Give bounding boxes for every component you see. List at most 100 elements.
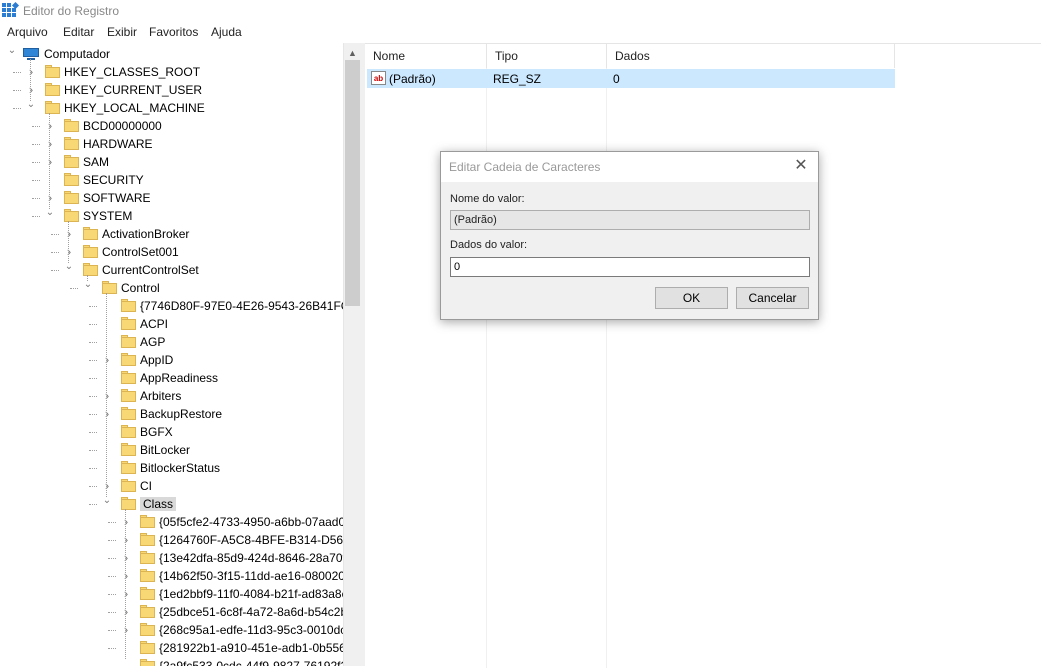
column-header-tipo[interactable]: Tipo [487, 44, 607, 68]
tree-node[interactable]: › {25dbce51-6c8f-4a72-8a6d-b54c2b [0, 603, 343, 621]
tree-node[interactable]: ⌄ Control [0, 279, 343, 297]
column-header-nome[interactable]: Nome [365, 44, 487, 68]
tree-node[interactable]: › {05f5cfe2-4733-4950-a6bb-07aad01 [0, 513, 343, 531]
chevron-down-icon[interactable]: ⌄ [7, 46, 17, 56]
tree-node[interactable]: BGFX [0, 423, 343, 441]
registry-tree[interactable]: ⌄ Computador › HKEY_CLASSES_ROOT › HKEY_CURRE… [0, 43, 343, 666]
tree-node[interactable]: AppReadiness [0, 369, 343, 387]
tree-node[interactable]: › HKEY_CURRENT_USER [0, 81, 343, 99]
tree-node[interactable]: ⌄ SYSTEM [0, 207, 343, 225]
tree-node[interactable]: › Arbiters [0, 387, 343, 405]
tree-node[interactable]: › HARDWARE [0, 135, 343, 153]
chevron-right-icon[interactable]: › [102, 353, 112, 366]
chevron-right-icon[interactable]: › [45, 191, 55, 204]
chevron-right-icon[interactable]: › [45, 137, 55, 150]
chevron-right-icon[interactable]: › [45, 155, 55, 168]
chevron-right-icon[interactable]: › [102, 407, 112, 420]
tree-node[interactable]: AGP [0, 333, 343, 351]
tree-node-label: {13e42dfa-85d9-424d-8646-28a70f8 [159, 551, 343, 565]
tree-connector [32, 216, 40, 217]
folder-icon [45, 101, 60, 114]
chevron-right-icon[interactable]: › [121, 515, 131, 528]
tree-node[interactable]: › BCD00000000 [0, 117, 343, 135]
chevron-right-icon[interactable]: › [102, 389, 112, 402]
chevron-down-icon[interactable]: ⌄ [45, 208, 55, 218]
tree-node-label: BCD00000000 [83, 119, 162, 133]
tree-connector [32, 144, 40, 145]
chevron-right-icon[interactable]: › [121, 605, 131, 618]
tree-node-label: Computador [44, 47, 111, 61]
cancel-button[interactable]: Cancelar [736, 287, 809, 309]
chevron-down-icon[interactable]: ⌄ [26, 100, 36, 110]
chevron-right-icon[interactable]: › [26, 65, 36, 78]
menu-arquivo[interactable]: Arquivo [7, 25, 48, 39]
tree-node[interactable]: ⌄ HKEY_LOCAL_MACHINE [0, 99, 343, 117]
tree-node[interactable]: › ActivationBroker [0, 225, 343, 243]
menu-favoritos[interactable]: Favoritos [149, 25, 198, 39]
tree-node-label: Control [121, 281, 160, 295]
tree-node[interactable]: › {1264760F-A5C8-4BFE-B314-D56A7 [0, 531, 343, 549]
tree-node[interactable]: {2a9fc533-0cdc-44f9-9827-76192f2 [0, 657, 343, 666]
value-name: (Padrão) [389, 72, 436, 86]
tree-connector [32, 180, 40, 181]
dialog-title: Editar Cadeia de Caracteres [449, 160, 601, 174]
chevron-right-icon[interactable]: › [121, 533, 131, 546]
chevron-right-icon[interactable]: › [45, 119, 55, 132]
tree-node[interactable]: ⌄ Computador [0, 45, 343, 63]
tree-connector [89, 306, 97, 307]
tree-node[interactable]: › SOFTWARE [0, 189, 343, 207]
chevron-down-icon[interactable]: ⌄ [64, 262, 74, 272]
window-title: Editor do Registro [23, 4, 120, 18]
tree-node[interactable]: › BackupRestore [0, 405, 343, 423]
folder-icon [140, 605, 155, 618]
tree-node[interactable]: › HKEY_CLASSES_ROOT [0, 63, 343, 81]
chevron-right-icon[interactable]: › [121, 551, 131, 564]
value-row[interactable]: ab (Padrão) REG_SZ 0 [367, 69, 895, 88]
tree-node[interactable]: › {268c95a1-edfe-11d3-95c3-0010dc4 [0, 621, 343, 639]
tree-node[interactable]: ⌄ CurrentControlSet [0, 261, 343, 279]
column-header-dados[interactable]: Dados [607, 44, 895, 68]
tree-node[interactable]: BitLocker [0, 441, 343, 459]
tree-node[interactable]: SECURITY [0, 171, 343, 189]
tree-node-label: HKEY_LOCAL_MACHINE [64, 101, 205, 115]
tree-scrollbar[interactable]: ▲ [343, 43, 361, 666]
scrollbar-thumb[interactable] [345, 60, 360, 306]
chevron-right-icon[interactable]: › [121, 587, 131, 600]
menu-exibir[interactable]: Exibir [107, 25, 137, 39]
menu-editar[interactable]: Editar [63, 25, 94, 39]
chevron-right-icon[interactable]: › [64, 227, 74, 240]
chevron-right-icon[interactable]: › [102, 479, 112, 492]
value-data-input[interactable]: 0 [450, 257, 810, 277]
folder-icon [64, 173, 79, 186]
tree-connector [89, 414, 97, 415]
tree-connector [89, 378, 97, 379]
tree-node-label: BitLocker [140, 443, 191, 457]
tree-node-label: HKEY_CLASSES_ROOT [64, 65, 201, 79]
tree-node[interactable]: › ControlSet001 [0, 243, 343, 261]
tree-node[interactable]: › SAM [0, 153, 343, 171]
chevron-right-icon[interactable]: › [121, 623, 131, 636]
chevron-down-icon[interactable]: ⌄ [83, 280, 93, 290]
values-list[interactable]: Nome Tipo Dados ab (Padrão) REG_SZ 0 [365, 43, 1041, 668]
chevron-right-icon[interactable]: › [64, 245, 74, 258]
tree-connector [51, 234, 59, 235]
tree-node[interactable]: › {14b62f50-3f15-11dd-ae16-0800200 [0, 567, 343, 585]
chevron-right-icon[interactable]: › [26, 83, 36, 96]
menu-ajuda[interactable]: Ajuda [211, 25, 242, 39]
tree-node[interactable]: ACPI [0, 315, 343, 333]
close-icon[interactable]: ✕ [792, 157, 810, 175]
tree-connector [89, 324, 97, 325]
tree-node[interactable]: › {1ed2bbf9-11f0-4084-b21f-ad83a8e [0, 585, 343, 603]
tree-node[interactable]: BitlockerStatus [0, 459, 343, 477]
tree-node[interactable]: › {13e42dfa-85d9-424d-8646-28a70f8 [0, 549, 343, 567]
tree-node[interactable]: › CI [0, 477, 343, 495]
chevron-down-icon[interactable]: ⌄ [102, 496, 112, 506]
ok-button[interactable]: OK [655, 287, 728, 309]
tree-node[interactable]: {7746D80F-97E0-4E26-9543-26B41FC22 [0, 297, 343, 315]
chevron-right-icon[interactable]: › [121, 569, 131, 582]
folder-icon [140, 569, 155, 582]
tree-node[interactable]: › AppID [0, 351, 343, 369]
scroll-up-icon[interactable]: ▲ [348, 48, 357, 58]
tree-node[interactable]: {281922b1-a910-451e-adb1-0b5567 [0, 639, 343, 657]
tree-node[interactable]: ⌄ Class [0, 495, 343, 513]
